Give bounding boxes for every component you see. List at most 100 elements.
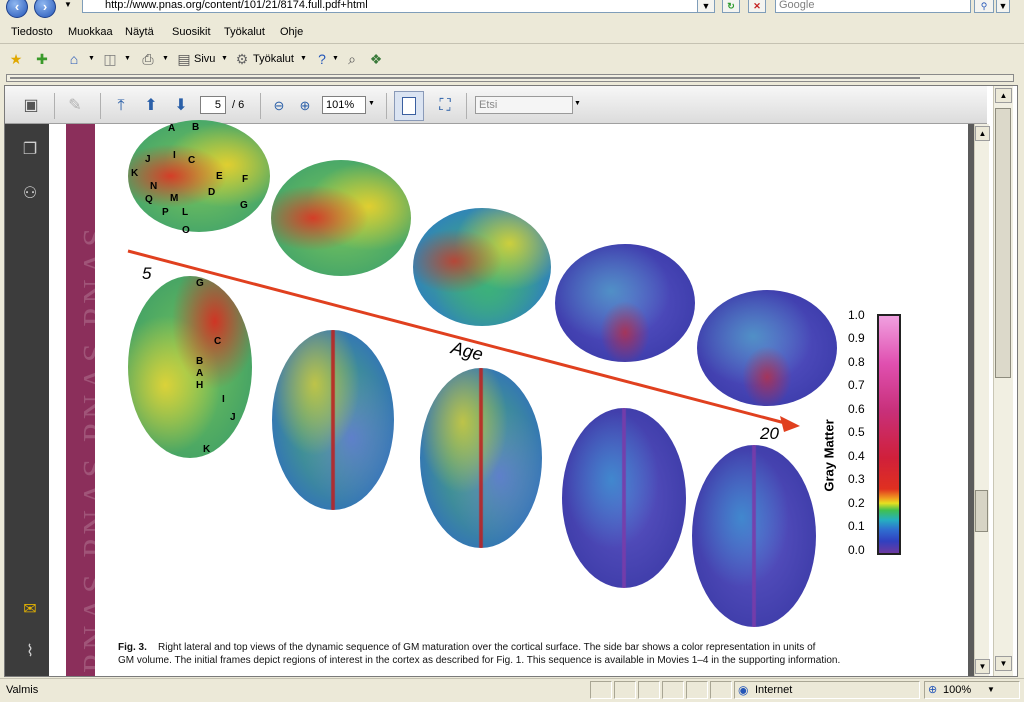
roi-label: B [196, 356, 204, 367]
help-icon[interactable]: ? [314, 51, 330, 67]
page-menu-icon[interactable]: ▤ [176, 51, 192, 67]
zone-label: Internet [755, 684, 793, 696]
browser-toolbar: ★ ✚ ⌂ ▼ ◫ ▼ ⎙ ▼ ▤ Sivu ▼ ⚙ Työkalut ▼ ? … [0, 46, 1024, 72]
status-panel [614, 681, 636, 699]
zoom-dropdown-icon[interactable]: ▼ [368, 100, 375, 107]
colorbar-tick: 0.4 [848, 449, 865, 463]
toolbar-separator [260, 93, 261, 119]
browser-scroll-thumb[interactable] [995, 108, 1011, 378]
roi-label: E [216, 171, 223, 182]
scroll-down-icon[interactable]: ▼ [975, 659, 990, 674]
tools-gear-icon[interactable]: ⚙ [234, 51, 250, 67]
previous-page-icon[interactable]: ⬆ [140, 96, 162, 116]
toolbar-separator [54, 93, 55, 119]
find-input[interactable]: Etsi [475, 96, 573, 114]
zoom-dropdown-icon[interactable]: ▼ [987, 685, 995, 694]
pnas-watermark: PNAS PNAS PNAS PNAS [77, 223, 95, 673]
status-panel [710, 681, 732, 699]
roi-label: A [168, 123, 176, 134]
refresh-icon[interactable]: ↻ [722, 0, 740, 13]
menu-bar: Tiedosto Muokkaa Näytä Suosikit Työkalut… [0, 22, 1024, 44]
roi-label: K [131, 168, 139, 179]
feeds-icon[interactable]: ◫ [102, 51, 118, 67]
roi-label: L [182, 207, 189, 218]
attachments-icon[interactable]: ⌇ [20, 642, 40, 662]
globe-icon: ◉ [738, 683, 749, 697]
home-dropdown-icon[interactable]: ▼ [88, 55, 95, 62]
pages-panel-icon[interactable]: ❐ [20, 140, 40, 160]
browser-scroll-up-icon[interactable]: ▲ [995, 88, 1012, 103]
comments-panel-icon[interactable]: ✉ [20, 600, 40, 620]
brain-top-age-2 [272, 330, 394, 510]
fit-width-button[interactable] [394, 91, 424, 121]
zoom-out-icon[interactable]: ⊖ [268, 96, 290, 116]
status-panel [638, 681, 660, 699]
comment-icon[interactable]: ✎ [64, 96, 86, 116]
next-page-icon[interactable]: ⬇ [170, 96, 192, 116]
search-options-icon[interactable]: ▼ [996, 0, 1010, 13]
status-text: Valmis [6, 684, 39, 696]
feeds-dropdown-icon[interactable]: ▼ [124, 55, 131, 62]
pdf-scroll-thumb[interactable] [975, 490, 988, 532]
status-zoom-level[interactable]: 100% [943, 684, 971, 696]
brain-top-age-3 [420, 368, 542, 548]
back-button[interactable]: ‹ [6, 0, 28, 18]
add-favorite-icon[interactable]: ✚ [34, 51, 50, 67]
roi-label: J [230, 412, 236, 423]
zoom-level-input[interactable]: 101% [322, 96, 366, 114]
address-bar: ‹ › ▼ http://www.pnas.org/content/101/21… [0, 0, 1024, 20]
search-icon[interactable]: ⚲ [974, 0, 994, 13]
save-icon[interactable]: ▣ [20, 96, 42, 116]
print-icon[interactable]: ⎙ [140, 51, 156, 67]
find-binoculars-icon[interactable]: ⚇ [20, 184, 40, 204]
colorbar-tick: 0.2 [848, 496, 865, 510]
menu-help[interactable]: Ohje [280, 26, 303, 38]
roi-label: H [196, 380, 204, 391]
colorbar-tick: 0.9 [848, 331, 865, 345]
roi-label: G [240, 200, 248, 211]
roi-label: M [170, 193, 179, 204]
tools-dropdown-icon[interactable]: ▼ [300, 55, 307, 62]
menu-edit[interactable]: Muokkaa [68, 26, 113, 38]
fit-page-icon[interactable]: ⛶ [434, 96, 456, 116]
gray-matter-colorbar [877, 314, 901, 555]
menu-file[interactable]: Tiedosto [11, 26, 53, 38]
history-dropdown-icon[interactable]: ▼ [64, 0, 72, 9]
url-dropdown-icon[interactable]: ▼ [697, 0, 715, 13]
favorites-star-icon[interactable]: ★ [8, 51, 24, 67]
strip-divider [10, 77, 920, 79]
colorbar-label: Gray Matter [821, 419, 837, 492]
url-input[interactable]: http://www.pnas.org/content/101/21/8174.… [82, 0, 715, 13]
forward-button[interactable]: › [34, 0, 56, 18]
menu-favorites[interactable]: Suosikit [172, 26, 211, 38]
roi-label: O [182, 225, 190, 236]
help-dropdown-icon[interactable]: ▼ [332, 55, 339, 62]
print-dropdown-icon[interactable]: ▼ [162, 55, 169, 62]
age-end-label: 20 [760, 424, 779, 443]
roi-label: A [196, 368, 204, 379]
roi-label: F [242, 174, 249, 185]
browser-scroll-down-icon[interactable]: ▼ [995, 656, 1012, 671]
stop-icon[interactable]: ✕ [748, 0, 766, 13]
home-icon[interactable]: ⌂ [66, 51, 82, 67]
menu-tools[interactable]: Työkalut [224, 26, 265, 38]
caption-text-2: GM volume. The initial frames depict reg… [118, 655, 841, 666]
page-menu-label[interactable]: Sivu [194, 53, 215, 65]
fit-width-icon [402, 97, 416, 115]
menu-view[interactable]: Näytä [125, 26, 154, 38]
search-input[interactable]: Google [775, 0, 971, 13]
status-panel [686, 681, 708, 699]
tools-menu-label[interactable]: Työkalut [253, 53, 294, 65]
find-dropdown-icon[interactable]: ▼ [574, 100, 581, 107]
first-page-icon[interactable]: ⤒ [110, 96, 132, 116]
research-icon[interactable]: ⌕ [344, 51, 360, 67]
scroll-up-icon[interactable]: ▲ [975, 126, 990, 141]
page-number-input[interactable]: 5 [200, 96, 226, 114]
roi-label: I [222, 394, 225, 405]
reader-side-panel: ❐ ⚇ ✉ ⌇ [5, 124, 49, 676]
zoom-panel[interactable]: ⊕ 100% ▼ [924, 681, 1020, 699]
page-menu-dropdown-icon[interactable]: ▼ [221, 55, 228, 62]
pdf-vertical-scrollbar[interactable]: ▲ ▼ [974, 124, 990, 676]
zoom-in-icon[interactable]: ⊕ [294, 96, 316, 116]
messenger-icon[interactable]: ❖ [368, 51, 384, 67]
